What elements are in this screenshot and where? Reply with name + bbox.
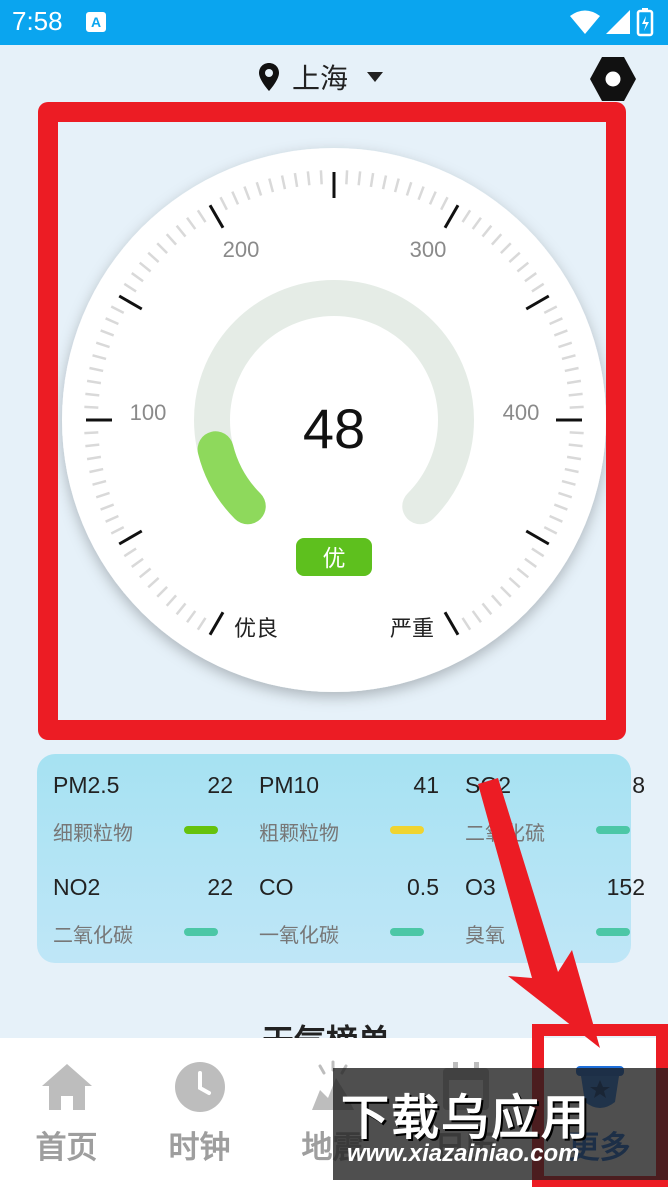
pollutant-item-no2: NO2 22 二氧化碳 [53, 856, 233, 947]
watermark-title: 下载乌应用 [341, 1090, 592, 1146]
pollutant-level-bar [184, 928, 218, 936]
pollutant-desc: 粗颗粒物 [259, 821, 339, 845]
nav-tab-home[interactable]: 首页 [0, 1038, 133, 1187]
nav-label: 时钟 [168, 1130, 231, 1166]
pollutant-level-bar [596, 826, 630, 834]
pollutant-desc: 臭氧 [465, 923, 505, 947]
pollutant-value: 22 [207, 874, 233, 900]
pollutant-level-bar [596, 928, 630, 936]
pollutant-desc: 细颗粒物 [53, 821, 133, 845]
clock-icon [175, 1062, 225, 1112]
pollutant-name: SO2 [465, 772, 512, 798]
pollutant-item-co: CO 0.5 一氧化碳 [259, 856, 439, 947]
pollutant-desc: 二氧化硫 [465, 821, 545, 845]
pollutant-name: PM10 [259, 772, 320, 798]
pollutant-item-pm25: PM2.5 22 细颗粒物 [53, 754, 233, 845]
pollutant-level-bar [390, 826, 424, 834]
pollutant-value: 152 [606, 874, 645, 900]
pollutant-name: O3 [465, 874, 496, 900]
pollutant-name: CO [259, 874, 294, 900]
pollutant-name: PM2.5 [53, 772, 120, 798]
pollutant-desc: 一氧化碳 [259, 923, 339, 947]
pollutant-item-o3: O3 152 臭氧 [465, 856, 645, 947]
nav-tab-clock[interactable]: 时钟 [133, 1038, 266, 1187]
nav-label: 首页 [35, 1130, 98, 1166]
pollutant-value: 0.5 [407, 874, 439, 900]
pollutant-item-pm10: PM10 41 粗颗粒物 [259, 754, 439, 845]
pollutant-value: 8 [632, 772, 645, 798]
home-icon [42, 1064, 92, 1110]
pollutant-value: 41 [413, 772, 439, 798]
watermark: 下载乌应用 www.xiazainiao.com [333, 1068, 668, 1180]
pollutant-card: PM2.5 22 细颗粒物 PM10 41 粗颗粒物 SO2 8 二氧化硫 NO… [37, 754, 645, 963]
pollutant-desc: 二氧化碳 [53, 923, 133, 947]
pollutant-item-so2: SO2 8 二氧化硫 [465, 754, 645, 845]
watermark-url: www.xiazainiao.com [347, 1140, 580, 1167]
pollutant-name: NO2 [53, 874, 101, 900]
pollutant-level-bar [184, 826, 218, 834]
pollutant-value: 22 [207, 772, 233, 798]
pollutant-level-bar [390, 928, 424, 936]
annotation-highlight-frame [38, 102, 626, 740]
